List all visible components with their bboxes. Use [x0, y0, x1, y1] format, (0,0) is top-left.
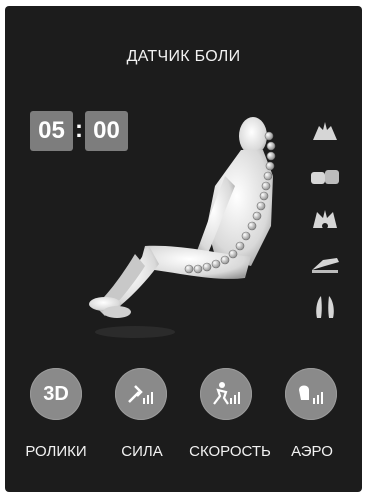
hands-clapping-icon[interactable] — [307, 162, 343, 192]
hands-pair-icon[interactable] — [307, 292, 343, 322]
strength-label: СИЛА — [121, 443, 163, 460]
strength-button[interactable] — [115, 368, 167, 420]
page-title: ДАТЧИК БОЛИ — [126, 48, 241, 65]
aero-button[interactable] — [285, 368, 337, 420]
speed-button[interactable] — [200, 368, 252, 420]
aero-signal-icon — [299, 385, 323, 404]
aero-label: АЭРО — [291, 443, 333, 460]
hands-kneading-icon[interactable] — [307, 204, 343, 234]
app-screen: ДАТЧИК БОЛИ 05 : 00 3D РОЛИКИ СИЛА СКОРО… — [5, 6, 362, 492]
hands-pressing-icon[interactable] — [307, 116, 343, 146]
hand-rubbing-icon[interactable] — [307, 248, 343, 278]
control-labels-row: РОЛИКИ СИЛА СКОРОСТЬ АЭРО — [5, 443, 362, 467]
speed-signal-icon — [213, 382, 240, 405]
rollers-3d-text: 3D — [43, 382, 69, 405]
timer-minutes: 05 — [30, 111, 73, 151]
speed-label: СКОРОСТЬ — [189, 443, 271, 460]
control-buttons-row: 3D — [5, 368, 362, 420]
body-figure-illustration — [89, 117, 276, 338]
strength-signal-icon — [128, 385, 153, 404]
rollers-label: РОЛИКИ — [25, 443, 87, 460]
rollers-3d-button[interactable]: 3D — [30, 368, 82, 420]
